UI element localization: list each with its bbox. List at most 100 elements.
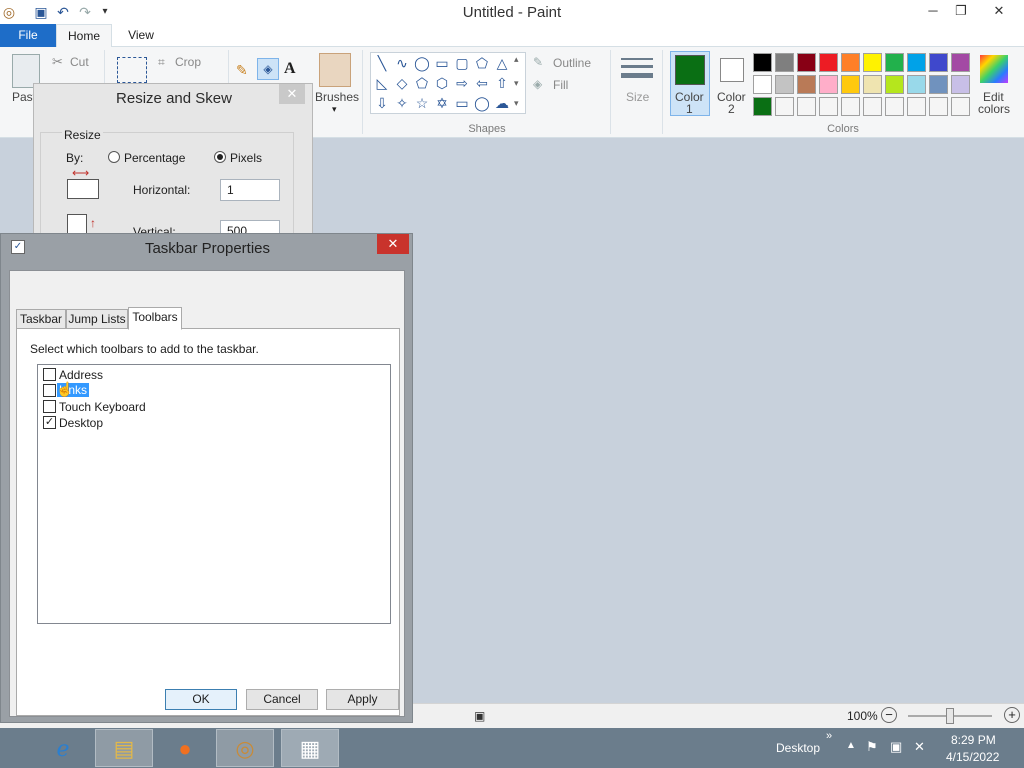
fill-icon[interactable]: ◈ (533, 77, 542, 91)
pixels-label[interactable]: Pixels (230, 151, 262, 165)
palette-swatch[interactable] (907, 75, 926, 94)
palette-swatch[interactable] (775, 53, 794, 72)
callout-cloud-shape-icon[interactable]: ☁ (493, 94, 511, 112)
taskbar-properties-taskbar-icon[interactable]: ▦ (281, 729, 339, 767)
pixels-radio[interactable] (214, 151, 226, 163)
curve-shape-icon[interactable]: ∿ (393, 54, 411, 72)
tab-view[interactable]: View (118, 24, 164, 47)
palette-swatch[interactable] (753, 97, 772, 116)
address-label[interactable]: Address (59, 368, 103, 382)
palette-swatch[interactable] (775, 97, 794, 116)
links-checkbox[interactable] (43, 384, 56, 397)
palette-swatch[interactable] (819, 53, 838, 72)
brushes-button[interactable]: Brushes (315, 90, 359, 104)
show-hidden-icons-icon[interactable]: ▲ (846, 740, 856, 751)
up-arrow-shape-icon[interactable]: ⇧ (493, 74, 511, 92)
close-icon[interactable]: ✕ (982, 0, 1016, 22)
fill-button[interactable]: Fill (553, 78, 568, 92)
percentage-label[interactable]: Percentage (124, 151, 185, 165)
cancel-button[interactable]: Cancel (246, 689, 318, 710)
four-point-star-shape-icon[interactable]: ✧ (393, 94, 411, 112)
fill-bucket-icon[interactable]: ◈ (257, 58, 279, 80)
polygon-shape-icon[interactable]: ⬠ (473, 54, 491, 72)
zoom-in-icon[interactable]: + (1004, 707, 1020, 723)
zoom-out-icon[interactable]: − (881, 707, 897, 723)
callout-rect-shape-icon[interactable]: ▭ (453, 94, 471, 112)
shapes-more-icon[interactable]: ▾ (514, 98, 519, 109)
crop-button[interactable]: Crop (175, 55, 201, 69)
crop-icon[interactable]: ⌗ (158, 55, 165, 70)
clock-time[interactable]: 8:29 PM (951, 733, 996, 747)
percentage-radio[interactable] (108, 151, 120, 163)
oval-shape-icon[interactable]: ◯ (413, 54, 431, 72)
palette-swatch[interactable] (885, 75, 904, 94)
edit-colors-label-2[interactable]: colors (978, 102, 1010, 116)
palette-swatch[interactable] (951, 75, 970, 94)
palette-swatch[interactable] (907, 97, 926, 116)
zoom-slider-thumb[interactable] (946, 708, 954, 724)
touch-keyboard-label[interactable]: Touch Keyboard (59, 400, 146, 414)
tab-file[interactable]: File (0, 24, 56, 47)
close-icon[interactable]: ✕ (377, 234, 409, 254)
firefox-icon[interactable]: ● (156, 729, 214, 767)
pencil-icon[interactable]: ✎ (236, 62, 248, 79)
left-arrow-shape-icon[interactable]: ⇦ (473, 74, 491, 92)
palette-swatch[interactable] (885, 97, 904, 116)
tab-home[interactable]: Home (56, 24, 112, 48)
size-lines-icon[interactable] (621, 56, 653, 82)
network-icon[interactable]: ▣ (890, 739, 902, 755)
right-triangle-shape-icon[interactable]: ◺ (373, 74, 391, 92)
palette-swatch[interactable] (863, 53, 882, 72)
palette-swatch[interactable] (797, 97, 816, 116)
touch-keyboard-checkbox[interactable] (43, 400, 56, 413)
clock-date[interactable]: 4/15/2022 (946, 750, 999, 764)
brushes-dropdown-icon[interactable]: ▾ (332, 104, 337, 115)
palette-swatch[interactable] (885, 53, 904, 72)
palette-swatch[interactable] (841, 97, 860, 116)
cut-button[interactable]: Cut (70, 55, 89, 69)
palette-swatch[interactable] (929, 75, 948, 94)
six-point-star-shape-icon[interactable]: ✡ (433, 94, 451, 112)
callout-oval-shape-icon[interactable]: ◯ (473, 94, 491, 112)
diamond-shape-icon[interactable]: ◇ (393, 74, 411, 92)
close-icon[interactable]: ✕ (279, 84, 305, 104)
ok-button[interactable]: OK (165, 689, 237, 710)
horizontal-input[interactable]: 1 (220, 179, 280, 201)
right-arrow-shape-icon[interactable]: ⇨ (453, 74, 471, 92)
palette-swatch[interactable] (819, 97, 838, 116)
volume-muted-icon[interactable]: ✕ (914, 739, 925, 755)
edit-colors-icon[interactable] (980, 55, 1008, 83)
cut-icon[interactable]: ✂ (52, 54, 63, 70)
outline-button[interactable]: Outline (553, 56, 591, 70)
text-tool-icon[interactable]: A (284, 60, 296, 78)
desktop-checkbox[interactable]: ✓ (43, 416, 56, 429)
palette-swatch[interactable] (907, 53, 926, 72)
color2-swatch[interactable] (720, 58, 744, 82)
desktop-toolbar-chevron[interactable]: » (826, 730, 832, 742)
palette-swatch[interactable] (863, 75, 882, 94)
five-point-star-shape-icon[interactable]: ☆ (413, 94, 431, 112)
apply-button[interactable]: Apply (326, 689, 399, 710)
palette-swatch[interactable] (797, 53, 816, 72)
palette-swatch[interactable] (753, 53, 772, 72)
palette-swatch[interactable] (819, 75, 838, 94)
palette-swatch[interactable] (863, 97, 882, 116)
rounded-rectangle-shape-icon[interactable]: ▢ (453, 54, 471, 72)
palette-swatch[interactable] (841, 75, 860, 94)
internet-explorer-icon[interactable]: ℯ (34, 729, 92, 767)
palette-swatch[interactable] (775, 75, 794, 94)
palette-swatch[interactable] (797, 75, 816, 94)
palette-swatch[interactable] (951, 53, 970, 72)
outline-icon[interactable]: ✎ (533, 55, 543, 69)
address-checkbox[interactable] (43, 368, 56, 381)
palette-swatch[interactable] (951, 97, 970, 116)
desktop-label[interactable]: Desktop (59, 416, 103, 430)
desktop-toolbar-label[interactable]: Desktop (776, 741, 820, 755)
down-arrow-shape-icon[interactable]: ⇩ (373, 94, 391, 112)
hexagon-shape-icon[interactable]: ⬡ (433, 74, 451, 92)
file-explorer-icon[interactable]: ▤ (95, 729, 153, 767)
action-center-flag-icon[interactable]: ⚑ (866, 739, 878, 755)
brushes-icon[interactable] (319, 53, 351, 87)
tab-jump-lists[interactable]: Jump Lists (66, 309, 128, 330)
tab-taskbar[interactable]: Taskbar (16, 309, 66, 330)
